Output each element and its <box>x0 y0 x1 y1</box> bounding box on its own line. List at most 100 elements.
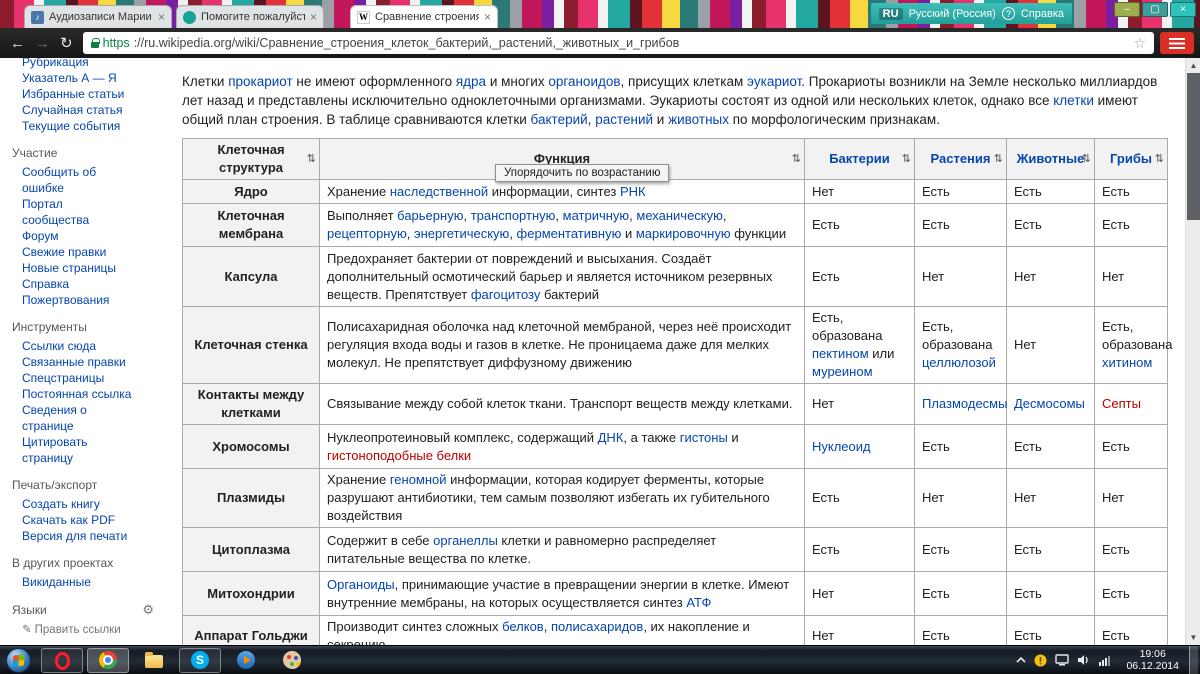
sidebar-link[interactable]: Случайная статья <box>12 102 132 118</box>
wiki-link[interactable]: рецепторную <box>327 226 407 241</box>
column-header-bacteria[interactable]: Бактерии⇅ <box>805 139 915 180</box>
wiki-link[interactable]: транспортную <box>471 208 556 223</box>
wiki-link[interactable]: органеллы <box>433 533 498 548</box>
wiki-link[interactable]: полисахаридов <box>551 619 643 634</box>
start-button[interactable] <box>6 648 31 673</box>
language-bar[interactable]: RU Русский (Россия) ? Справка <box>871 3 1072 24</box>
sidebar-link[interactable]: Новые страницы <box>12 260 132 276</box>
wiki-link[interactable]: хитином <box>1102 355 1152 370</box>
column-label[interactable]: Грибы <box>1110 151 1152 166</box>
show-desktop-button[interactable] <box>1189 646 1198 674</box>
wiki-link[interactable]: бактерий <box>531 112 588 127</box>
scrollbar-thumb[interactable] <box>1187 73 1200 220</box>
paint-taskbar-button[interactable] <box>271 648 313 673</box>
wiki-link[interactable]: белков <box>502 619 544 634</box>
column-header-fungi[interactable]: Грибы⇅ <box>1095 139 1168 180</box>
gear-icon[interactable]: ⚙ <box>142 602 154 618</box>
sidebar-link[interactable]: Ссылки сюда <box>12 338 132 354</box>
sidebar-link[interactable]: Цитировать страницу <box>12 434 132 466</box>
column-header-animals[interactable]: Животные⇅ <box>1007 139 1095 180</box>
skype-taskbar-button[interactable] <box>179 648 221 673</box>
wiki-link[interactable]: ферментативную <box>517 226 622 241</box>
column-header-plants[interactable]: Растения⇅ <box>915 139 1007 180</box>
reload-button[interactable]: ↻ <box>60 36 73 51</box>
back-button[interactable]: ← <box>10 36 25 51</box>
sidebar-link[interactable]: Создать книгу <box>12 496 132 512</box>
maximize-button[interactable]: ▢ <box>1142 2 1168 17</box>
volume-icon[interactable] <box>1077 654 1090 666</box>
sidebar-link[interactable]: Постоянная ссылка <box>12 386 132 402</box>
sidebar-link[interactable]: Указатель А — Я <box>12 70 132 86</box>
display-icon[interactable] <box>1055 654 1069 666</box>
sidebar-link[interactable]: Связанные правки <box>12 354 132 370</box>
wiki-link[interactable]: АТФ <box>686 595 711 610</box>
chevron-up-icon[interactable] <box>1016 656 1026 664</box>
column-header-structure[interactable]: Клеточная структура⇅ <box>183 139 320 180</box>
sidebar-link[interactable]: Портал сообщества <box>12 196 132 228</box>
forward-button[interactable]: → <box>35 36 50 51</box>
wiki-link[interactable]: животных <box>668 112 729 127</box>
browser-tab[interactable]: ♪Аудиозаписи Марии Пуг× <box>24 5 172 28</box>
wiki-link[interactable]: растений <box>595 112 653 127</box>
wiki-link[interactable]: клетки <box>1053 93 1094 108</box>
wiki-link[interactable]: муреином <box>812 364 873 379</box>
sidebar-link[interactable]: Сообщить об ошибке <box>12 164 132 196</box>
wiki-link[interactable]: механическую <box>636 208 723 223</box>
warning-icon[interactable] <box>1034 654 1047 667</box>
wiki-link[interactable]: ДНК <box>598 430 624 445</box>
wiki-link[interactable]: геномной <box>390 472 447 487</box>
wiki-link[interactable]: Септы <box>1102 396 1141 411</box>
minimize-button[interactable]: – <box>1114 2 1140 17</box>
wiki-link[interactable]: гистоны <box>680 430 728 445</box>
sidebar-link[interactable]: Пожертвования <box>12 292 132 308</box>
wiki-link[interactable]: ядра <box>456 74 486 89</box>
media-player-taskbar-button[interactable] <box>225 648 267 673</box>
sidebar-link[interactable]: Версия для печати <box>12 528 132 544</box>
column-label[interactable]: Растения <box>931 151 991 166</box>
sidebar-link[interactable]: Свежие правки <box>12 244 132 260</box>
close-button[interactable]: × <box>1170 2 1196 17</box>
sidebar-link[interactable]: ✎Править ссылки <box>12 622 132 638</box>
scrollbar[interactable]: ▲ ▼ <box>1185 58 1200 645</box>
column-label[interactable]: Животные <box>1017 151 1085 166</box>
scrollbar-down-arrow[interactable]: ▼ <box>1186 630 1200 645</box>
browser-tab[interactable]: WСравнение строения кле× <box>350 5 498 28</box>
wiki-link[interactable]: наследственной <box>390 184 488 199</box>
help-label[interactable]: Справка <box>1021 8 1064 20</box>
wiki-link[interactable]: целлюлозой <box>922 355 996 370</box>
wiki-link[interactable]: пектином <box>812 346 869 361</box>
scrollbar-up-arrow[interactable]: ▲ <box>1186 58 1200 73</box>
sidebar-link[interactable]: Сведения о странице <box>12 402 132 434</box>
sidebar-link[interactable]: Рубрикация <box>12 58 132 70</box>
sidebar-link[interactable]: Скачать как PDF <box>12 512 132 528</box>
language-code-badge[interactable]: RU <box>879 8 903 20</box>
sidebar-link[interactable]: Викиданные <box>12 574 132 590</box>
tab-close-icon[interactable]: × <box>158 12 165 22</box>
sidebar-link[interactable]: Спецстраницы <box>12 370 132 386</box>
chrome-taskbar-button[interactable] <box>87 648 129 673</box>
wiki-link[interactable]: маркировочную <box>636 226 731 241</box>
wiki-link[interactable]: матричную <box>563 208 630 223</box>
sidebar-link[interactable]: Справка <box>12 276 132 292</box>
network-icon[interactable] <box>1098 654 1112 666</box>
taskbar-clock[interactable]: 19:06 06.12.2014 <box>1120 648 1185 672</box>
wiki-link[interactable]: Органоиды <box>327 577 395 592</box>
explorer-taskbar-button[interactable] <box>133 648 175 673</box>
sidebar-link[interactable]: Избранные статьи <box>12 86 132 102</box>
sidebar-link[interactable]: Текущие события <box>12 118 132 134</box>
wiki-link[interactable]: РНК <box>620 184 646 199</box>
wiki-link[interactable]: органоидов <box>548 74 620 89</box>
wiki-link[interactable]: фагоцитозу <box>471 287 541 302</box>
tab-close-icon[interactable]: × <box>310 12 317 22</box>
sidebar-link[interactable]: Форум <box>12 228 132 244</box>
wiki-link[interactable]: Плазмодесмы <box>922 396 1007 411</box>
wiki-link[interactable]: энергетическую <box>414 226 509 241</box>
address-bar[interactable]: https ://ru.wikipedia.org/wiki/Сравнение… <box>83 32 1154 54</box>
column-label[interactable]: Бактерии <box>829 151 890 166</box>
tab-close-icon[interactable]: × <box>484 12 491 22</box>
bookmark-star-icon[interactable]: ☆ <box>1133 35 1146 52</box>
wiki-link[interactable]: прокариот <box>228 74 292 89</box>
browser-tab[interactable]: Помогите пожалуйста с× <box>176 5 324 28</box>
wiki-link[interactable]: гистоноподобные белки <box>327 448 471 463</box>
browser-menu-button[interactable] <box>1160 32 1194 54</box>
